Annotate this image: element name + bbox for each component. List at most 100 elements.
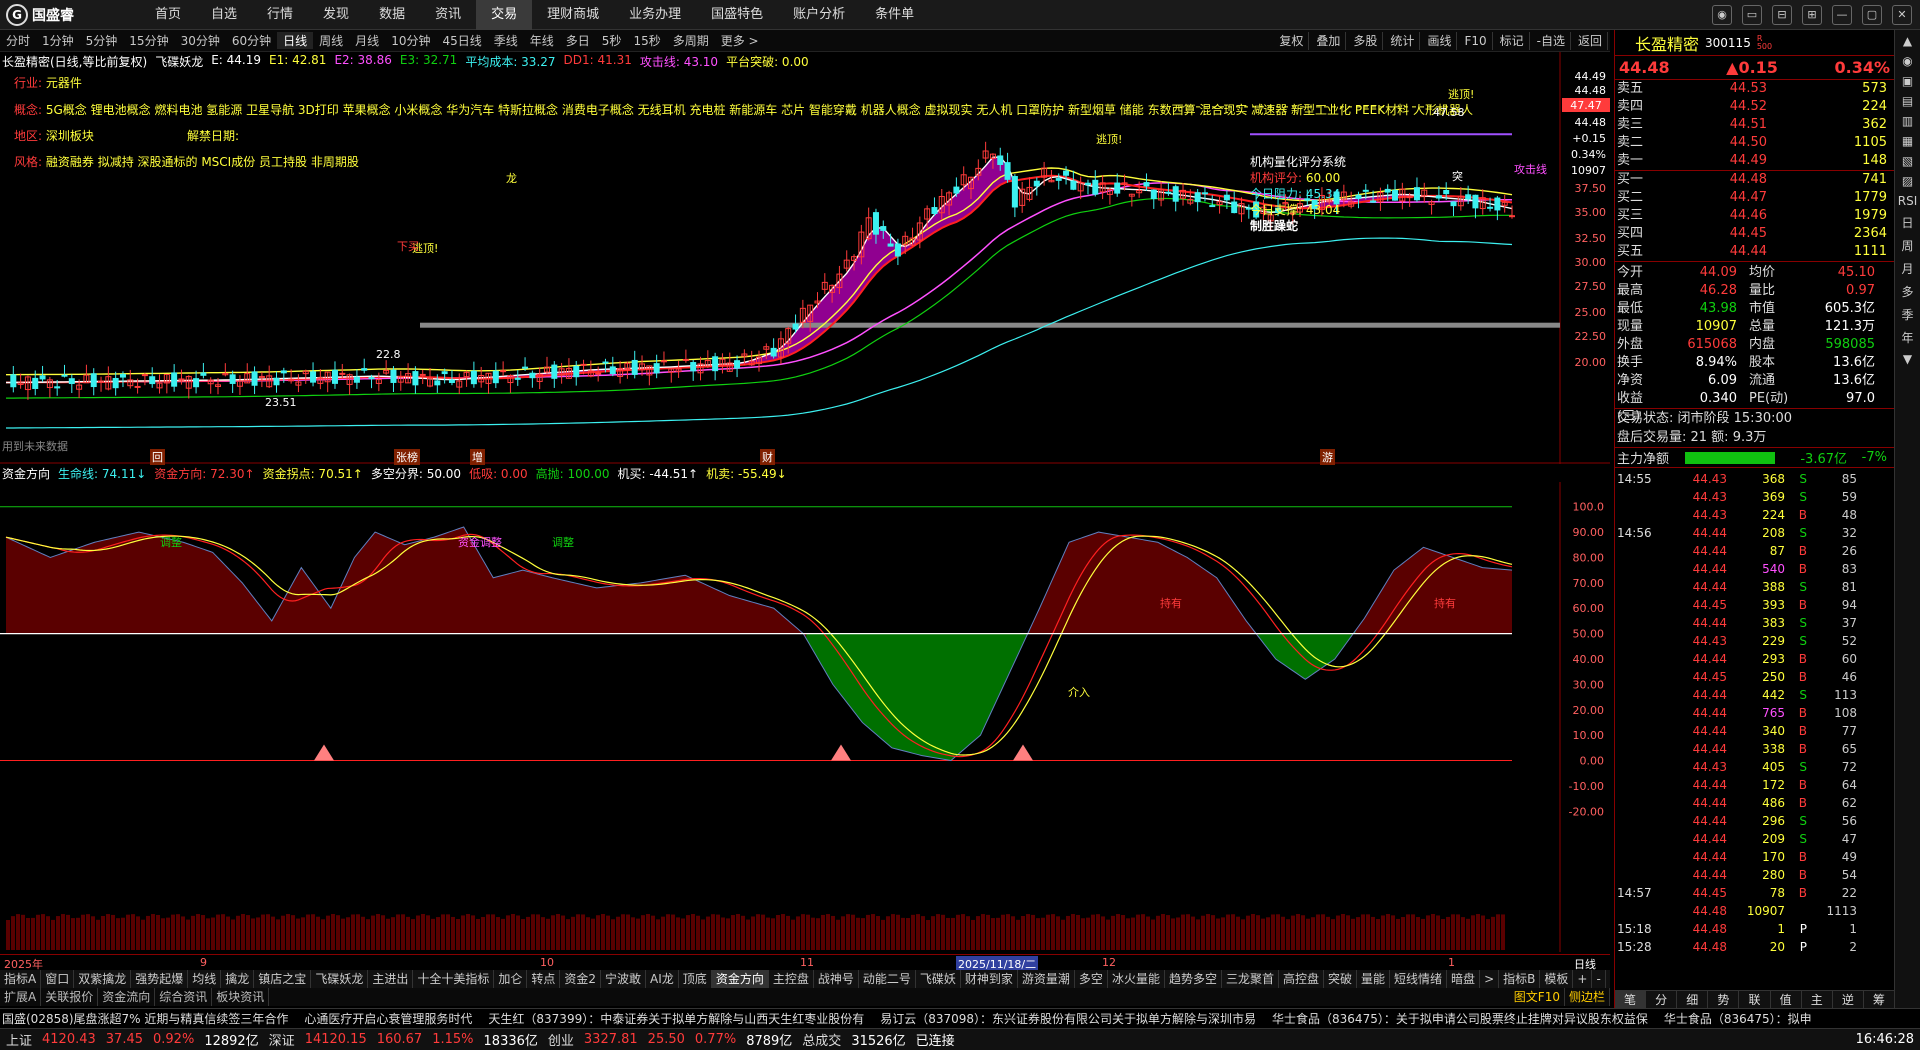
menu-item-9[interactable]: 国盛特色 bbox=[696, 0, 778, 30]
indicator-tab-30[interactable]: 短线情绪 bbox=[1390, 970, 1448, 988]
side-item-icon-2[interactable]: ▣ bbox=[1902, 74, 1913, 88]
period-10[interactable]: 45日线 bbox=[436, 32, 487, 49]
sub-indicator-name[interactable]: 资金方向 bbox=[0, 465, 50, 482]
ticker-item-0[interactable]: 国盛(02858)尾盘涨超7% 近期与精真信续签三年合作 bbox=[0, 1009, 302, 1028]
indicator-tab-31[interactable]: 暗盘 bbox=[1447, 970, 1481, 988]
menu-item-0[interactable]: 首页 bbox=[140, 0, 196, 30]
window-button-icon-4[interactable]: — bbox=[1832, 5, 1852, 25]
indicator-tab-6[interactable]: 镇店之宝 bbox=[254, 970, 312, 988]
side-item-icon-11[interactable]: 月 bbox=[1901, 260, 1913, 277]
event-mark-1[interactable]: 张榜 bbox=[394, 449, 420, 465]
bids-row-2[interactable]: 买三 44.46 1979 bbox=[1615, 207, 1894, 225]
sh-label[interactable]: 上证 bbox=[6, 1030, 32, 1049]
menu-item-2[interactable]: 行情 bbox=[252, 0, 308, 30]
menu-item-1[interactable]: 自选 bbox=[196, 0, 252, 30]
ticker-item-4[interactable]: 华士食品（836475）：关于拟申请公司股票终止挂牌对异议股东权益保 bbox=[1270, 1009, 1662, 1028]
indicator-tab-28[interactable]: 突破 bbox=[1324, 970, 1358, 988]
menu-item-3[interactable]: 发现 bbox=[308, 0, 364, 30]
period-4[interactable]: 30分钟 bbox=[175, 32, 226, 49]
side-item-icon-8[interactable]: RSI bbox=[1898, 194, 1918, 208]
window-button-icon-5[interactable]: ▢ bbox=[1862, 5, 1882, 25]
side-item-icon-9[interactable]: 日 bbox=[1901, 214, 1913, 231]
period-2[interactable]: 5分钟 bbox=[80, 32, 124, 49]
indicator-tab-17[interactable]: 主控盘 bbox=[769, 970, 814, 988]
indicator-tab-34[interactable]: 模板 bbox=[1540, 970, 1574, 988]
right-tab-3[interactable]: 势 bbox=[1708, 991, 1740, 1008]
side-item-icon-3[interactable]: ▤ bbox=[1902, 94, 1913, 108]
asks-row-2[interactable]: 卖三 44.51 362 bbox=[1615, 116, 1894, 134]
window-button-icon-6[interactable]: ✕ bbox=[1892, 5, 1912, 25]
period-12[interactable]: 年线 bbox=[524, 32, 560, 49]
indicator-tab-29[interactable]: 量能 bbox=[1357, 970, 1391, 988]
indicator-tab-14[interactable]: AI龙 bbox=[646, 970, 679, 988]
period-8[interactable]: 月线 bbox=[349, 32, 385, 49]
fund-direction-chart[interactable]: 100.0 90.00 80.00 70.00 60.00 50.00 40.00 30.00… bbox=[0, 482, 1610, 952]
indicator-tab-21[interactable]: 财神到家 bbox=[961, 970, 1018, 988]
period-7[interactable]: 周线 bbox=[313, 32, 349, 49]
side-item-icon-14[interactable]: 年 bbox=[1901, 329, 1913, 346]
right-tab-6[interactable]: 主 bbox=[1802, 991, 1833, 1008]
period-15[interactable]: 15秒 bbox=[627, 32, 666, 49]
side-item-icon-1[interactable]: ◉ bbox=[1902, 54, 1912, 68]
bottom-tab-5[interactable]: 图文F10 bbox=[1510, 988, 1565, 1006]
period-3[interactable]: 15分钟 bbox=[123, 32, 174, 49]
tool-button-0[interactable]: 复权 bbox=[1274, 32, 1310, 50]
bids-row-1[interactable]: 买二 44.47 1779 bbox=[1615, 189, 1894, 207]
main-indicator-name[interactable]: 飞碟妖龙 bbox=[155, 53, 203, 70]
event-mark-0[interactable]: 回 bbox=[150, 449, 165, 465]
indicator-tab-5[interactable]: 擒龙 bbox=[221, 970, 255, 988]
indicator-tab-19[interactable]: 动能二号 bbox=[859, 970, 916, 988]
window-button-icon-0[interactable]: ◉ bbox=[1712, 5, 1732, 25]
right-tab-2[interactable]: 细 bbox=[1677, 991, 1709, 1008]
indicator-tab-35[interactable]: + bbox=[1573, 970, 1593, 988]
side-item-icon-15[interactable]: ▼ bbox=[1903, 352, 1912, 366]
ticker-item-3[interactable]: 易订云（837098）：东兴证券股份有限公司关于拟单方解除与深圳市易 bbox=[878, 1009, 1270, 1028]
indicator-tab-8[interactable]: 主进出 bbox=[368, 970, 414, 988]
menu-item-4[interactable]: 数据 bbox=[364, 0, 420, 30]
indicator-tab-3[interactable]: 强势起爆 bbox=[131, 970, 189, 988]
menu-item-5[interactable]: 资讯 bbox=[420, 0, 476, 30]
cy-label[interactable]: 创业 bbox=[548, 1030, 574, 1049]
side-item-icon-7[interactable]: ▨ bbox=[1902, 174, 1913, 188]
tool-button-4[interactable]: 画线 bbox=[1422, 32, 1458, 50]
indicator-tab-0[interactable]: 指标A bbox=[0, 970, 42, 988]
ticker-item-5[interactable]: 华士食品（836475）：拟申 bbox=[1662, 1009, 1826, 1028]
bottom-tab-3[interactable]: 综合资讯 bbox=[155, 988, 213, 1006]
side-item-icon-10[interactable]: 周 bbox=[1901, 237, 1913, 254]
tool-button-2[interactable]: 多股 bbox=[1348, 32, 1384, 50]
indicator-tab-15[interactable]: 顶底 bbox=[679, 970, 712, 988]
bids-row-0[interactable]: 买一 44.48 741 bbox=[1615, 171, 1894, 189]
ticker-item-1[interactable]: 心通医疗开启心衰管理服务时代 bbox=[302, 1009, 486, 1028]
indicator-tab-11[interactable]: 转点 bbox=[527, 970, 561, 988]
stock-name[interactable]: 长盈精密 bbox=[1635, 31, 1699, 55]
indicator-tab-36[interactable]: - bbox=[1592, 970, 1606, 988]
period-1[interactable]: 1分钟 bbox=[36, 32, 80, 49]
right-tab-0[interactable]: 笔 bbox=[1615, 991, 1647, 1008]
indicator-tab-12[interactable]: 资金2 bbox=[560, 970, 602, 988]
tick-list[interactable]: 14:55 44.43 368 S 85 44.43 369 S 59 44.43 224 B 48 14… bbox=[1615, 468, 1894, 956]
period-6[interactable]: 日线 bbox=[277, 32, 314, 49]
window-button-icon-3[interactable]: ⊞ bbox=[1802, 5, 1822, 25]
period-13[interactable]: 多日 bbox=[560, 32, 596, 49]
tool-button-3[interactable]: 统计 bbox=[1385, 32, 1421, 50]
indicator-tab-23[interactable]: 多空 bbox=[1075, 970, 1108, 988]
window-button-icon-2[interactable]: ⊟ bbox=[1772, 5, 1792, 25]
indicator-tab-10[interactable]: 加仑 bbox=[494, 970, 528, 988]
side-item-icon-5[interactable]: ▦ bbox=[1902, 134, 1913, 148]
side-item-icon-4[interactable]: ▥ bbox=[1902, 114, 1913, 128]
right-tab-4[interactable]: 联 bbox=[1739, 991, 1771, 1008]
period-17[interactable]: 更多 > bbox=[715, 32, 765, 49]
asks-row-4[interactable]: 卖一 44.49 148 bbox=[1615, 152, 1894, 170]
period-16[interactable]: 多周期 bbox=[667, 32, 715, 49]
menu-item-8[interactable]: 业务办理 bbox=[614, 0, 696, 30]
window-button-icon-1[interactable]: ▭ bbox=[1742, 5, 1762, 25]
period-11[interactable]: 季线 bbox=[488, 32, 524, 49]
right-tab-1[interactable]: 分 bbox=[1646, 991, 1678, 1008]
menu-item-7[interactable]: 理财商城 bbox=[532, 0, 614, 30]
indicator-tab-2[interactable]: 双紫擒龙 bbox=[74, 970, 132, 988]
asks-row-0[interactable]: 卖五 44.53 573 bbox=[1615, 80, 1894, 98]
event-mark-2[interactable]: 增 bbox=[470, 449, 485, 465]
indicator-tab-20[interactable]: 飞碟妖 bbox=[916, 970, 961, 988]
indicator-tab-26[interactable]: 三龙聚首 bbox=[1222, 970, 1279, 988]
ticker-item-2[interactable]: 天生红（837399）：中泰证券关于拟单方解除与山西天生红枣业股份有 bbox=[486, 1009, 878, 1028]
